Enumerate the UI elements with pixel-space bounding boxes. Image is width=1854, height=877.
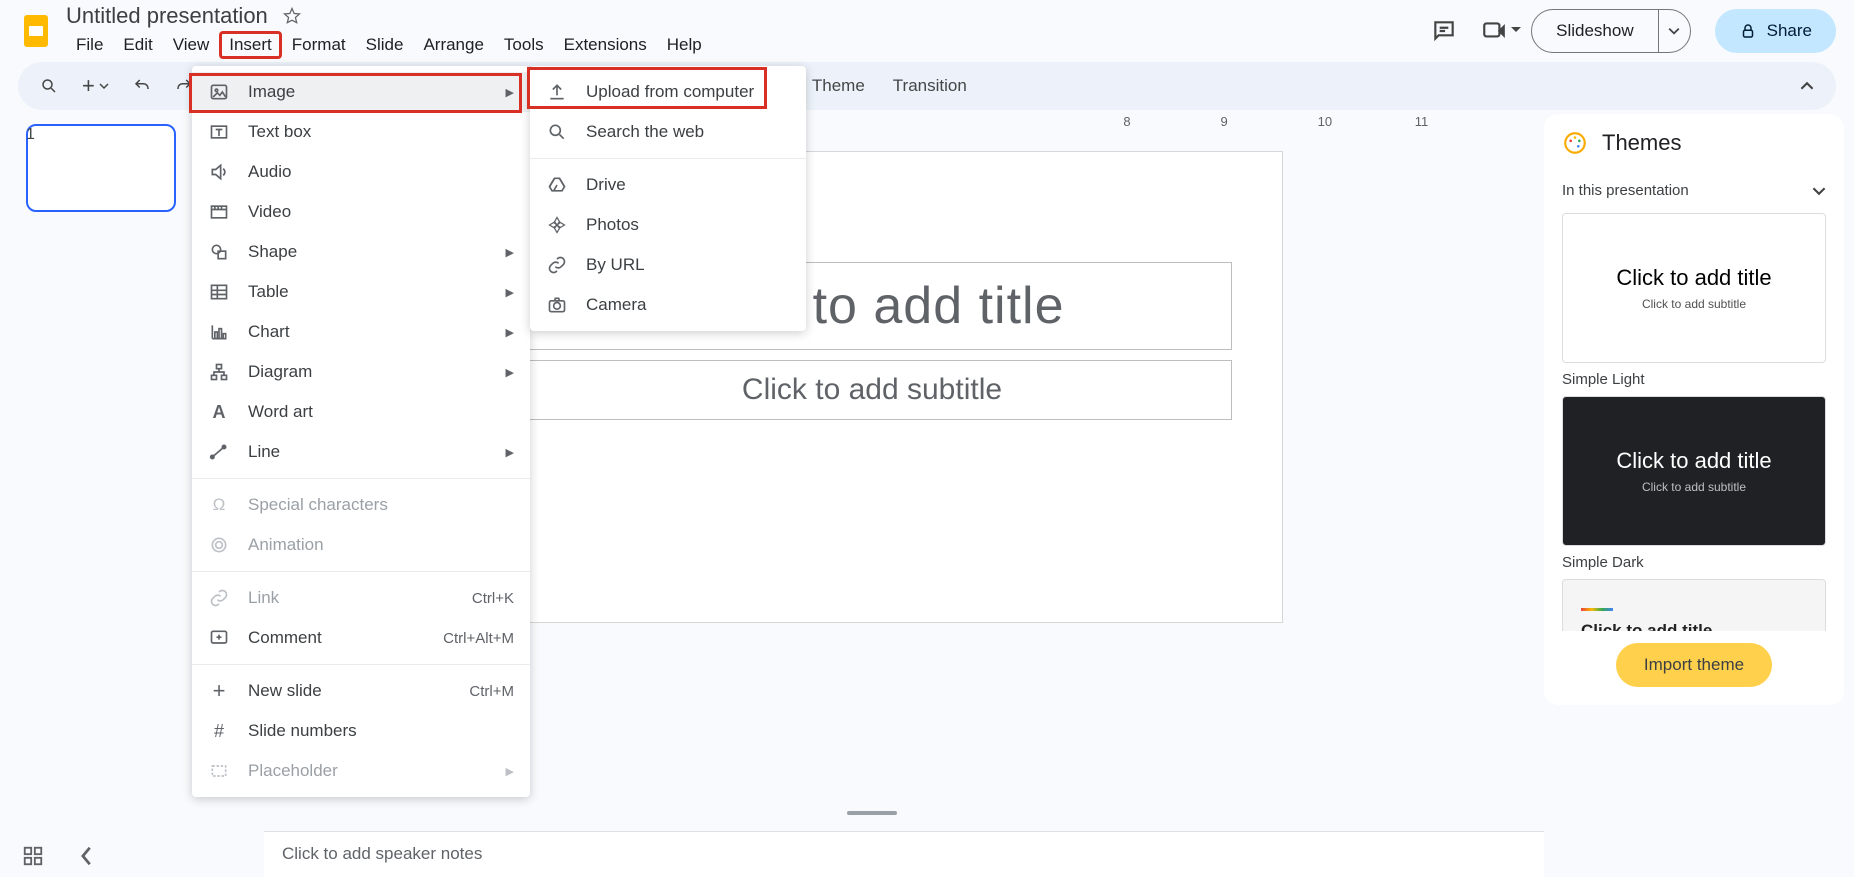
new-slide-button[interactable]: + <box>74 69 117 103</box>
photos-icon <box>546 215 568 235</box>
menu-edit[interactable]: Edit <box>113 31 162 59</box>
upload-icon <box>546 82 568 102</box>
submenu-photos[interactable]: Photos <box>530 205 806 245</box>
table-icon <box>208 282 230 302</box>
menu-item-chart[interactable]: Chart▶ <box>192 312 530 352</box>
lock-icon <box>1739 22 1757 40</box>
grid-view-icon[interactable] <box>22 845 44 867</box>
speaker-notes[interactable]: Click to add speaker notes <box>264 831 1544 877</box>
notes-resize-handle[interactable] <box>847 811 897 815</box>
plus-icon: + <box>208 678 230 704</box>
link-icon <box>208 588 230 608</box>
themes-section-toggle[interactable]: In this presentation <box>1544 172 1844 209</box>
filmstrip: 1 <box>0 114 200 825</box>
menu-item-image[interactable]: Image▶ <box>192 72 530 112</box>
shape-icon <box>208 242 230 262</box>
submenu-drive[interactable]: Drive <box>530 165 806 205</box>
theme-simple-light[interactable]: Click to add titleClick to add subtitle … <box>1562 213 1826 388</box>
theme-streamline[interactable]: Click to add titleClick to add subtitle <box>1562 579 1826 631</box>
menu-view[interactable]: View <box>163 31 220 59</box>
transition-button[interactable]: Transition <box>883 76 977 96</box>
palette-icon <box>1562 130 1588 156</box>
drive-icon <box>546 175 568 195</box>
menu-tools[interactable]: Tools <box>494 31 554 59</box>
share-label: Share <box>1767 21 1812 41</box>
slides-logo[interactable] <box>18 13 54 49</box>
menubar: File Edit View Insert Format Slide Arran… <box>66 31 1431 59</box>
menu-extensions[interactable]: Extensions <box>554 31 657 59</box>
share-button[interactable]: Share <box>1715 9 1836 53</box>
themes-title: Themes <box>1602 130 1681 156</box>
menu-item-special-chars: ΩSpecial characters <box>192 485 530 525</box>
chevron-down-icon <box>1812 184 1826 198</box>
slideshow-dropdown[interactable] <box>1658 10 1690 52</box>
menu-insert[interactable]: Insert <box>219 31 282 59</box>
search-button[interactable] <box>32 73 66 99</box>
textbox-icon <box>208 122 230 142</box>
wordart-icon: A <box>208 402 230 423</box>
submenu-search-web[interactable]: Search the web <box>530 112 806 152</box>
url-icon <box>546 255 568 275</box>
slideshow-button-group: Slideshow <box>1531 9 1691 53</box>
menu-item-animation: Animation <box>192 525 530 565</box>
insert-menu: Image▶ Text box Audio Video Shape▶ Table… <box>192 66 530 797</box>
menu-file[interactable]: File <box>66 31 113 59</box>
line-icon <box>208 442 230 462</box>
audio-icon <box>208 162 230 182</box>
submenu-camera[interactable]: Camera <box>530 285 806 325</box>
menu-format[interactable]: Format <box>282 31 356 59</box>
theme-button[interactable]: Theme <box>802 76 875 96</box>
themes-panel: Themes In this presentation Click to add… <box>1544 114 1844 705</box>
present-icon[interactable] <box>1481 18 1507 44</box>
placeholder-icon <box>208 761 230 781</box>
undo-button[interactable] <box>125 73 159 99</box>
slide-number: 1 <box>26 126 35 144</box>
search-icon <box>546 122 568 142</box>
camera-icon <box>546 295 568 315</box>
menu-item-diagram[interactable]: Diagram▶ <box>192 352 530 392</box>
image-submenu: Upload from computer Search the web Driv… <box>530 66 806 331</box>
slideshow-button[interactable]: Slideshow <box>1532 10 1658 52</box>
menu-help[interactable]: Help <box>657 31 712 59</box>
submenu-by-url[interactable]: By URL <box>530 245 806 285</box>
animation-icon <box>208 535 230 555</box>
menu-item-new-slide[interactable]: +New slideCtrl+M <box>192 671 530 711</box>
comments-icon[interactable] <box>1431 18 1457 44</box>
menu-item-textbox[interactable]: Text box <box>192 112 530 152</box>
menu-item-table[interactable]: Table▶ <box>192 272 530 312</box>
diagram-icon <box>208 362 230 382</box>
video-icon <box>208 202 230 222</box>
star-icon[interactable] <box>282 6 302 26</box>
slide-thumbnail-1[interactable] <box>26 124 176 212</box>
menu-item-comment[interactable]: CommentCtrl+Alt+M <box>192 618 530 658</box>
menu-item-slide-numbers[interactable]: #Slide numbers <box>192 711 530 751</box>
menu-arrange[interactable]: Arrange <box>413 31 493 59</box>
menu-item-audio[interactable]: Audio <box>192 152 530 192</box>
import-theme-button[interactable]: Import theme <box>1616 643 1772 687</box>
theme-simple-dark[interactable]: Click to add titleClick to add subtitle … <box>1562 396 1826 571</box>
menu-item-link: LinkCtrl+K <box>192 578 530 618</box>
chevron-left-icon[interactable] <box>80 845 94 867</box>
menu-item-wordart[interactable]: AWord art <box>192 392 530 432</box>
menu-slide[interactable]: Slide <box>356 31 414 59</box>
menu-item-video[interactable]: Video <box>192 192 530 232</box>
comment-icon <box>208 628 230 648</box>
doc-title[interactable]: Untitled presentation <box>66 3 268 29</box>
menu-item-shape[interactable]: Shape▶ <box>192 232 530 272</box>
image-icon <box>208 82 230 102</box>
omega-icon: Ω <box>208 495 230 515</box>
hash-icon: # <box>208 721 230 742</box>
submenu-upload-computer[interactable]: Upload from computer <box>530 72 806 112</box>
collapse-toolbar-button[interactable] <box>1792 75 1822 97</box>
menu-item-placeholder: Placeholder▶ <box>192 751 530 791</box>
chart-icon <box>208 322 230 342</box>
subtitle-placeholder[interactable]: Click to add subtitle <box>512 360 1232 420</box>
menu-item-line[interactable]: Line▶ <box>192 432 530 472</box>
